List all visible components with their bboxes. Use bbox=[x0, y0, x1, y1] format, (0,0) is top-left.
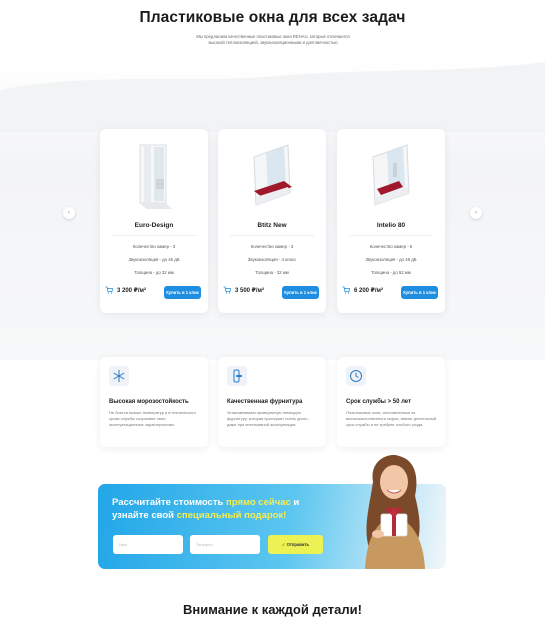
clock-icon bbox=[346, 366, 366, 386]
feature-card-lifetime: Срок службы > 50 лет Пластиковые окна, и… bbox=[337, 357, 445, 447]
product-spec-sound: Звукоизоляция - до 45 дБ bbox=[128, 257, 180, 262]
chevron-left-icon[interactable]: ‹ bbox=[63, 207, 75, 219]
product-price: 3 200 ₽/м² bbox=[117, 288, 146, 294]
feature-card-frost: Высокая морозостойкость Не боятся низких… bbox=[100, 357, 208, 447]
product-name: Intelio 80 bbox=[376, 222, 406, 229]
hero-wave-decoration bbox=[0, 62, 545, 132]
product-spec-chambers: Количество камер - 6 bbox=[369, 244, 413, 249]
feature-text: Не боятся низких температур и в техничес… bbox=[109, 410, 196, 427]
product-card-btitz-new: Btitz New Количество камер - 3 Звукоизол… bbox=[218, 129, 326, 313]
divider bbox=[349, 235, 433, 236]
feature-title: Срок службы > 50 лет bbox=[346, 399, 412, 405]
feature-text: Устанавливаем проверенную немецкую фурни… bbox=[227, 410, 309, 427]
product-spec-thickness: Толщина - до 52 мм bbox=[371, 270, 411, 275]
snowflake-icon bbox=[109, 366, 129, 386]
name-input[interactable]: Имя bbox=[113, 535, 183, 554]
product-spec-chambers: Количество камер - 3 bbox=[132, 244, 176, 249]
cart-icon bbox=[342, 286, 350, 294]
product-name: Euro-Design bbox=[134, 222, 174, 229]
product-name: Btitz New bbox=[257, 222, 287, 229]
feature-title: Качественная фурнитура bbox=[227, 399, 303, 405]
feature-text: Пластиковые окна, изготовленные из высок… bbox=[346, 410, 437, 427]
page-title: Пластиковые окна для всех задач bbox=[139, 9, 406, 26]
buy-one-click-button[interactable]: Купить в 1 клик bbox=[282, 286, 319, 299]
product-spec-thickness: Толщина - до 32 мм bbox=[134, 270, 174, 275]
product-price: 6 200 ₽/м² bbox=[354, 288, 383, 294]
product-spec-sound: Звукоизоляция - 4 класс bbox=[247, 257, 297, 262]
section-title: Внимание к каждой детали! bbox=[183, 602, 362, 617]
feature-card-fittings: Качественная фурнитура Устанавливаем про… bbox=[218, 357, 326, 447]
buy-one-click-button[interactable]: Купить в 1 клик bbox=[164, 286, 201, 299]
cta-heading: Рассчитайте стоимость прямо сейчас и узн… bbox=[112, 497, 300, 521]
divider bbox=[230, 235, 314, 236]
cart-icon bbox=[223, 286, 231, 294]
product-card-intelio-80: Intelio 80 Количество камер - 6 Звукоизо… bbox=[337, 129, 445, 313]
window-handle-icon bbox=[227, 366, 247, 386]
chevron-right-icon[interactable]: › bbox=[470, 207, 482, 219]
feature-title: Высокая морозостойкость bbox=[109, 399, 189, 405]
window-profile-image bbox=[372, 144, 410, 206]
window-profile-image bbox=[139, 144, 172, 209]
product-card-euro-design: Euro-Design Количество камер - 3 Звукоиз… bbox=[100, 129, 208, 313]
page-subtitle: Мы предлагаем качественные пластиковые о… bbox=[196, 34, 350, 45]
product-spec-thickness: Толщина - 32 мм bbox=[255, 270, 289, 275]
woman-with-gift-image bbox=[365, 455, 425, 569]
buy-one-click-button[interactable]: Купить в 1 клик bbox=[401, 286, 438, 299]
submit-button[interactable]: ✓ Отправить bbox=[268, 535, 323, 554]
cart-icon bbox=[105, 286, 113, 294]
window-profile-image bbox=[253, 144, 292, 206]
divider bbox=[112, 235, 196, 236]
phone-input[interactable]: Телефон bbox=[190, 535, 260, 554]
product-price: 3 500 ₽/м² bbox=[235, 288, 264, 294]
product-spec-chambers: Количество камер - 3 bbox=[250, 244, 294, 249]
product-spec-sound: Звукоизоляция - до 48 дБ bbox=[365, 257, 417, 262]
